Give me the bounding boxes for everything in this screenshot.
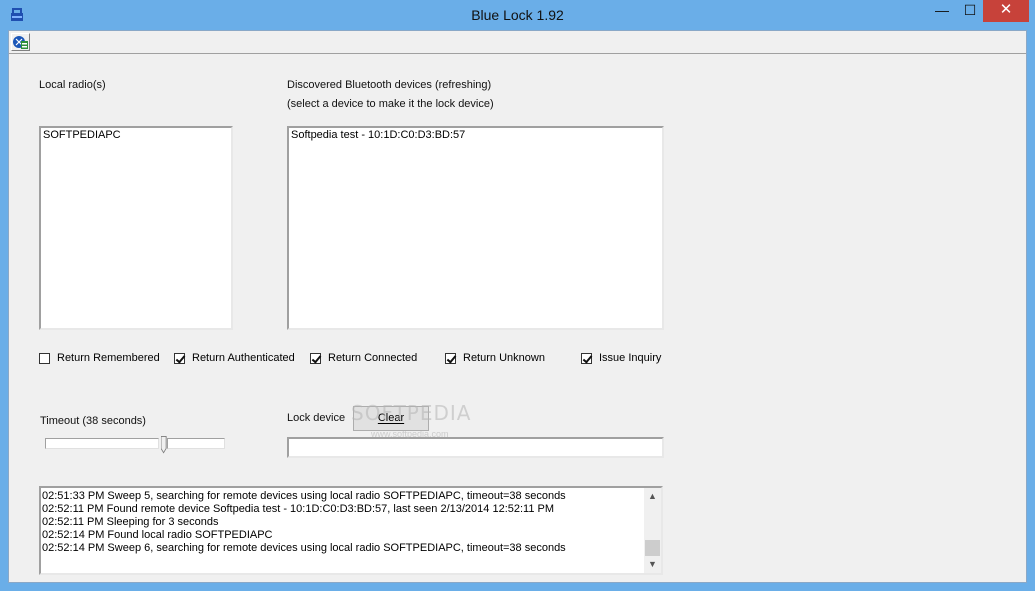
checkbox-label: Return Connected xyxy=(328,352,418,364)
lock-device-label: Lock device xyxy=(287,412,346,424)
issue-inquiry-checkbox[interactable]: Issue Inquiry xyxy=(581,352,661,364)
softpedia-watermark: SOFTPEDIA xyxy=(351,401,472,425)
lock-device-field[interactable] xyxy=(287,437,664,458)
discovered-devices-label: Discovered Bluetooth devices (refreshing… xyxy=(287,79,492,91)
checkbox-label: Return Unknown xyxy=(463,352,545,364)
window-title: Blue Lock 1.92 xyxy=(471,7,564,23)
discovered-devices-list[interactable]: Softpedia test - 10:1D:C0:D3:BD:57 xyxy=(287,126,664,330)
log-line: 02:52:11 PM Found remote device Softpedi… xyxy=(42,503,555,515)
return-authenticated-checkbox[interactable]: Return Authenticated xyxy=(174,352,295,364)
checkbox-box[interactable] xyxy=(310,352,321,364)
return-remembered-checkbox[interactable]: Return Remembered xyxy=(39,352,160,364)
log-scrollbar-thumb[interactable] xyxy=(645,540,660,556)
bluetooth-settings-icon xyxy=(13,36,28,49)
app-window: Blue Lock 1.92 — ☐ ✕ Local radio(s) SOFT… xyxy=(0,0,1035,591)
log-line: 02:52:11 PM Sleeping for 3 seconds xyxy=(42,516,219,528)
client-area: Local radio(s) SOFTPEDIAPC Discovered Bl… xyxy=(8,30,1027,583)
local-radios-list[interactable]: SOFTPEDIAPC xyxy=(39,126,233,330)
discovered-devices-hint: (select a device to make it the lock dev… xyxy=(287,98,494,110)
discovered-device-item[interactable]: Softpedia test - 10:1D:C0:D3:BD:57 xyxy=(291,129,660,142)
log-line: 02:52:14 PM Sweep 6, searching for remot… xyxy=(42,542,566,554)
timeout-label: Timeout (38 seconds) xyxy=(40,415,146,427)
return-unknown-checkbox[interactable]: Return Unknown xyxy=(445,352,545,364)
timeout-slider-thumb[interactable] xyxy=(161,435,167,455)
checkbox-box[interactable] xyxy=(445,352,456,364)
softpedia-watermark-url: www.softpedia.com xyxy=(371,429,449,439)
minimize-button[interactable]: — xyxy=(926,0,958,22)
checkbox-box[interactable] xyxy=(174,352,185,364)
timeout-slider-track-left[interactable] xyxy=(45,438,159,449)
maximize-button[interactable]: ☐ xyxy=(956,0,984,22)
local-radio-item[interactable]: SOFTPEDIAPC xyxy=(43,129,229,142)
log-line: 02:52:14 PM Found local radio SOFTPEDIAP… xyxy=(42,529,273,541)
checkbox-box[interactable] xyxy=(39,352,50,364)
scroll-up-icon[interactable]: ▲ xyxy=(644,488,661,505)
checkbox-label: Return Remembered xyxy=(57,352,160,364)
timeout-slider-track-right[interactable] xyxy=(167,438,225,449)
scroll-down-icon[interactable]: ▼ xyxy=(644,556,661,573)
checkbox-box[interactable] xyxy=(581,352,592,364)
log-scrollbar[interactable]: ▲ ▼ xyxy=(644,488,661,573)
close-button[interactable]: ✕ xyxy=(983,0,1029,22)
activity-log[interactable]: 02:51:33 PM Sweep 5, searching for remot… xyxy=(39,486,663,575)
toolbar xyxy=(9,31,1026,54)
checkbox-label: Issue Inquiry xyxy=(599,352,662,364)
log-line: 02:51:33 PM Sweep 5, searching for remot… xyxy=(42,490,566,502)
checkbox-label: Return Authenticated xyxy=(192,352,295,364)
return-connected-checkbox[interactable]: Return Connected xyxy=(310,352,417,364)
title-bar[interactable]: Blue Lock 1.92 — ☐ ✕ xyxy=(0,0,1035,30)
log-lines: 02:51:33 PM Sweep 5, searching for remot… xyxy=(42,490,643,555)
local-radios-label: Local radio(s) xyxy=(39,79,106,91)
toolbar-settings-button[interactable] xyxy=(11,33,30,51)
